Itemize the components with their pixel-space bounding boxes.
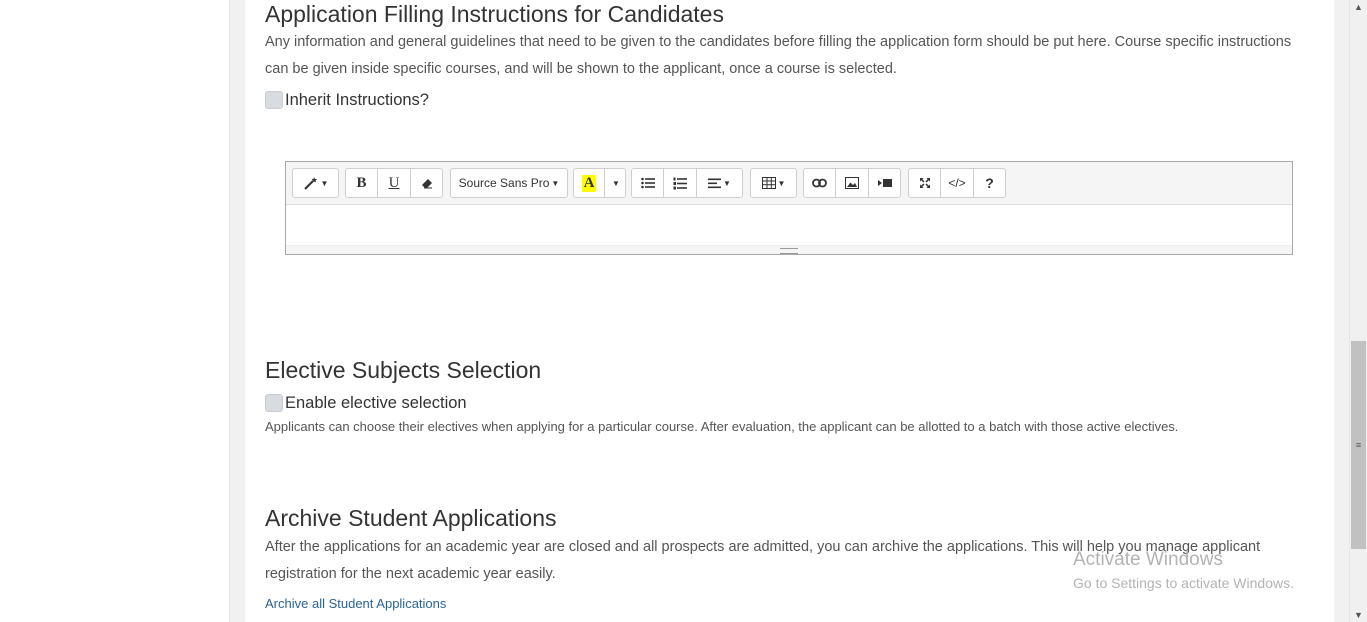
electives-title: Elective Subjects Selection (265, 357, 542, 383)
left-gutter (230, 0, 245, 622)
activate-windows-watermark-title: Activate Windows (1073, 549, 1223, 570)
text-color-button[interactable]: A (573, 168, 605, 198)
video-icon (877, 179, 892, 187)
magic-wand-icon (303, 177, 317, 190)
enable-electives-checkbox[interactable] (265, 394, 283, 412)
text-color-icon: A (581, 174, 597, 192)
align-left-icon (708, 178, 722, 188)
color-dropdown-button[interactable]: ▼ (604, 168, 626, 198)
main-content: Application Filling Instructions for Can… (245, 0, 1334, 622)
code-view-button[interactable]: </> (940, 168, 974, 198)
unordered-list-button[interactable] (631, 168, 664, 198)
insert-group (803, 168, 901, 198)
bullet-list-icon (640, 177, 655, 189)
insert-link-button[interactable] (803, 168, 836, 198)
electives-description: Applicants can choose their electives wh… (265, 419, 1179, 434)
paragraph-group: ▼ (631, 168, 743, 198)
image-icon (845, 177, 859, 189)
archive-title: Archive Student Applications (265, 505, 557, 531)
instructions-description: Any information and general guidelines t… (265, 34, 1292, 77)
archive-all-link[interactable]: Archive all Student Applications (265, 596, 446, 611)
table-caret-icon: ▼ (777, 178, 786, 188)
underline-button[interactable]: U (377, 168, 411, 198)
editor-toolbar: ▼ B U Source Sans Pro ▼ A ▼ ▼ ▼ </> ? (286, 162, 1292, 205)
enable-electives-label[interactable]: Enable elective selection (285, 394, 467, 413)
style-caret-icon: ▼ (320, 178, 329, 188)
link-icon (812, 178, 827, 188)
scroll-down-arrow-icon[interactable]: ▼ (1350, 608, 1367, 622)
fullscreen-icon (919, 178, 930, 188)
view-group: </> ? (908, 168, 1006, 198)
font-name-label: Source Sans Pro (458, 176, 550, 190)
rich-text-editor: ▼ B U Source Sans Pro ▼ A ▼ ▼ ▼ </> ? (285, 161, 1293, 255)
font-caret-icon: ▼ (551, 178, 560, 188)
clear-format-button[interactable] (410, 168, 443, 198)
editor-content-area[interactable] (286, 205, 1292, 247)
insert-video-button[interactable] (868, 168, 901, 198)
enable-electives-row[interactable]: Enable elective selection (265, 392, 467, 414)
insert-image-button[interactable] (835, 168, 869, 198)
color-caret-icon: ▼ (612, 178, 620, 188)
color-group: A ▼ (573, 168, 626, 198)
scroll-thumb[interactable]: ≡ (1351, 341, 1366, 549)
style-magic-button[interactable]: ▼ (292, 168, 339, 198)
paragraph-align-button[interactable]: ▼ (696, 168, 743, 198)
fullscreen-button[interactable] (908, 168, 941, 198)
right-gutter (1334, 0, 1349, 622)
table-group: ▼ (750, 168, 797, 198)
inherit-instructions-row[interactable]: Inherit Instructions? (265, 89, 429, 111)
font-name-group: Source Sans Pro ▼ (450, 168, 568, 198)
ordered-list-button[interactable] (663, 168, 697, 198)
activate-windows-watermark-subtitle: Go to Settings to activate Windows. (1073, 575, 1294, 591)
inherit-instructions-checkbox[interactable] (265, 91, 283, 109)
inherit-instructions-label[interactable]: Inherit Instructions? (285, 91, 429, 110)
align-caret-icon: ▼ (723, 178, 731, 188)
font-name-dropdown[interactable]: Source Sans Pro ▼ (450, 168, 568, 198)
numbered-list-icon (673, 177, 687, 189)
eraser-icon (421, 179, 432, 189)
resize-grip-icon[interactable] (780, 248, 798, 254)
editor-resize-bar[interactable] (286, 245, 1292, 254)
bold-button[interactable]: B (345, 168, 378, 198)
grip-lines-icon: ≡ (1355, 440, 1362, 450)
left-sidebar (0, 0, 230, 622)
style-group: ▼ (292, 168, 339, 198)
table-icon (761, 177, 776, 189)
font-style-group: B U (345, 168, 443, 198)
scroll-up-arrow-icon[interactable]: ▲ (1350, 0, 1367, 14)
vertical-scrollbar[interactable]: ▲ ≡ ▼ (1349, 0, 1367, 622)
help-button[interactable]: ? (973, 168, 1006, 198)
table-button[interactable]: ▼ (750, 168, 797, 198)
instructions-title: Application Filling Instructions for Can… (265, 1, 724, 27)
